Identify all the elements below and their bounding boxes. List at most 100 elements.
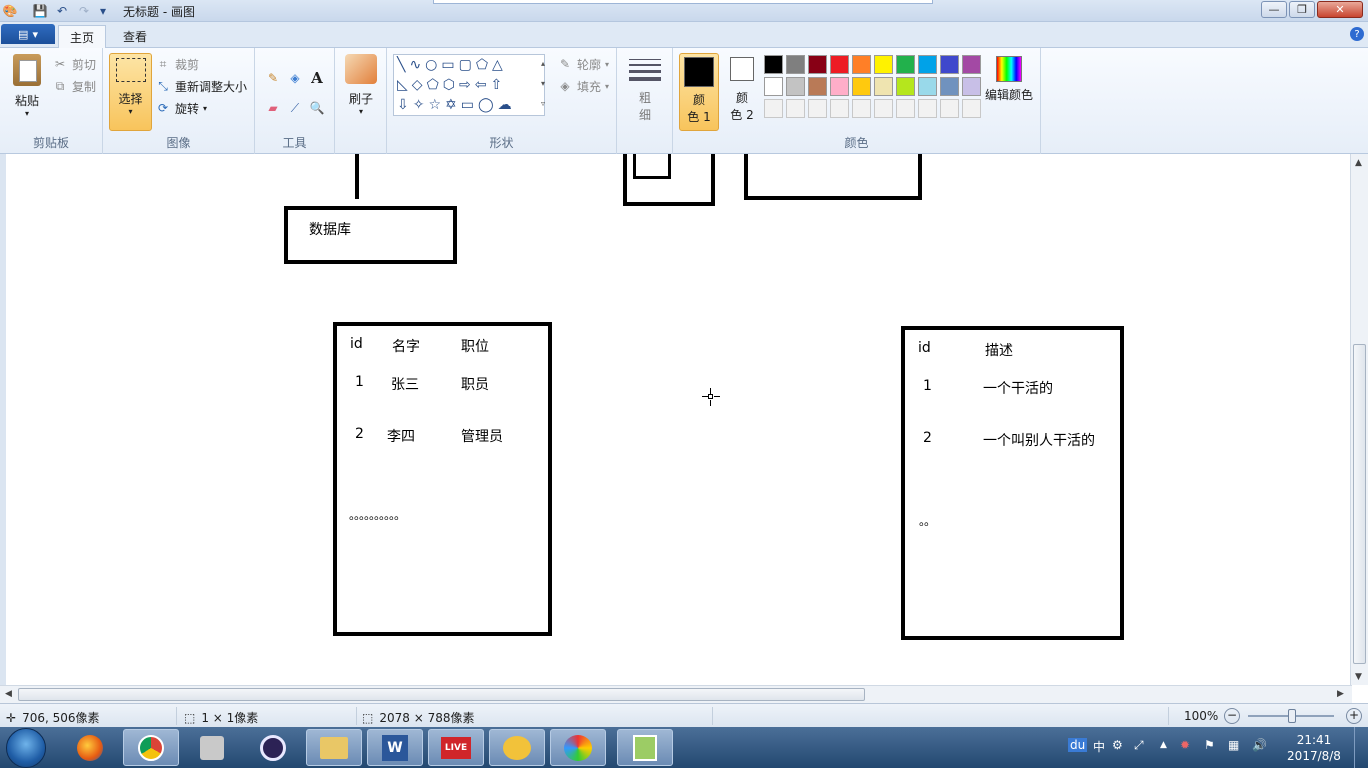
fill-bucket-icon[interactable]: ◈ — [285, 68, 305, 88]
palette-color-swatch[interactable] — [808, 77, 827, 96]
clock[interactable]: 21:41 2017/8/8 — [1284, 732, 1344, 764]
diamond-shape-icon[interactable]: ◇ — [412, 77, 427, 93]
custom-color-slot[interactable] — [852, 99, 871, 118]
color1-button[interactable]: 颜 色 1 — [679, 53, 719, 131]
callout-oval-shape-icon[interactable]: ◯ — [478, 97, 498, 113]
oval-shape-icon[interactable]: ○ — [425, 57, 441, 73]
magnifier-icon[interactable]: 🔍 — [307, 98, 327, 118]
undo-icon[interactable]: ↶ — [54, 3, 70, 19]
vertical-scroll-thumb[interactable] — [1353, 344, 1366, 664]
fill-button[interactable]: ◈ 填充 ▾ — [557, 76, 609, 96]
chrome-icon[interactable] — [123, 729, 179, 766]
zoom-slider-thumb[interactable] — [1288, 709, 1296, 723]
ime-popout-icon[interactable]: ⤢ — [1134, 738, 1144, 753]
curve-shape-icon[interactable]: ∿ — [409, 57, 425, 73]
palette-color-swatch[interactable] — [764, 55, 783, 74]
tab-view[interactable]: 查看 — [112, 25, 158, 48]
rotate-button[interactable]: ⟳ 旋转 ▾ — [155, 98, 207, 118]
line-shape-icon[interactable]: ╲ — [397, 57, 409, 73]
right-triangle-shape-icon[interactable]: ◺ — [397, 77, 412, 93]
horizontal-scroll-thumb[interactable] — [18, 688, 865, 701]
scroll-down-arrow-icon[interactable]: ▼ — [1355, 672, 1362, 682]
shapes-scroll[interactable]: ▴ ▾ ▿ — [537, 54, 549, 116]
cut-button[interactable]: ✂ 剪切 — [52, 54, 96, 74]
chat-app-icon[interactable] — [489, 729, 545, 766]
palette-color-swatch[interactable] — [830, 55, 849, 74]
palette-color-swatch[interactable] — [852, 77, 871, 96]
palette-color-swatch[interactable] — [962, 55, 981, 74]
brushes-button[interactable]: 刷子 ▾ — [343, 54, 379, 116]
custom-color-slot[interactable] — [808, 99, 827, 118]
rectangle-shape-icon[interactable]: ▭ — [441, 57, 458, 73]
polygon-shape-icon[interactable]: ⬠ — [476, 57, 492, 73]
palette-color-swatch[interactable] — [918, 77, 937, 96]
color2-button[interactable]: 颜 色 2 — [724, 57, 760, 123]
save-icon[interactable]: 💾 — [32, 3, 48, 19]
baidu-ime-icon[interactable]: du — [1068, 738, 1088, 752]
paste-button[interactable]: 粘贴 ▾ — [8, 54, 46, 118]
network-icon[interactable]: ▦ — [1228, 738, 1239, 752]
callout-cloud-shape-icon[interactable]: ☁ — [498, 97, 516, 113]
word-icon[interactable]: W — [367, 729, 423, 766]
editor-icon[interactable] — [617, 729, 673, 766]
five-point-star-shape-icon[interactable]: ☆ — [428, 97, 445, 113]
palette-color-swatch[interactable] — [896, 55, 915, 74]
custom-color-slot[interactable] — [918, 99, 937, 118]
help-icon[interactable]: ? — [1350, 27, 1364, 41]
ime-settings-icon[interactable]: ⚙ — [1112, 738, 1123, 752]
resize-button[interactable]: ⤡ 重新调整大小 — [155, 76, 247, 96]
palette-color-swatch[interactable] — [852, 55, 871, 74]
left-arrow-shape-icon[interactable]: ⇦ — [475, 77, 491, 93]
palette-color-swatch[interactable] — [786, 55, 805, 74]
minimize-button[interactable]: — — [1261, 1, 1287, 18]
customize-toolbar-icon[interactable]: ▾ — [96, 3, 110, 19]
down-arrow-shape-icon[interactable]: ⇩ — [397, 97, 413, 113]
vertical-scrollbar[interactable]: ▲ ▼ — [1350, 154, 1368, 685]
custom-color-slot[interactable] — [874, 99, 893, 118]
zoom-in-icon[interactable]: + — [1346, 708, 1362, 724]
custom-color-slot[interactable] — [896, 99, 915, 118]
security-icon[interactable]: ✹ — [1180, 738, 1190, 752]
select-button[interactable]: 选择 ▾ — [109, 53, 152, 131]
triangle-shape-icon[interactable]: △ — [492, 57, 507, 73]
palette-color-swatch[interactable] — [874, 77, 893, 96]
edit-colors-button[interactable]: 编辑颜色 — [983, 56, 1035, 103]
firefox-icon[interactable] — [62, 729, 118, 766]
palette-color-swatch[interactable] — [918, 55, 937, 74]
close-button[interactable]: ✕ — [1317, 1, 1363, 18]
scroll-up-arrow-icon[interactable]: ▲ — [1355, 158, 1362, 168]
palette-color-swatch[interactable] — [874, 55, 893, 74]
palette-color-swatch[interactable] — [764, 77, 783, 96]
palette-color-swatch[interactable] — [896, 77, 915, 96]
horizontal-scrollbar[interactable]: ◀ ▶ — [0, 685, 1352, 703]
callout-rect-shape-icon[interactable]: ▭ — [461, 97, 478, 113]
up-arrow-shape-icon[interactable]: ⇧ — [490, 77, 506, 93]
pencil-icon[interactable]: ✎ — [263, 68, 283, 88]
text-tool-icon[interactable]: A — [307, 68, 327, 88]
copy-button[interactable]: ⧉ 复制 — [52, 76, 96, 96]
action-center-icon[interactable]: ⚑ — [1204, 738, 1215, 752]
redo-icon[interactable]: ↷ — [76, 3, 92, 19]
palette-color-swatch[interactable] — [830, 77, 849, 96]
palette-color-swatch[interactable] — [962, 77, 981, 96]
palette-color-swatch[interactable] — [786, 77, 805, 96]
scroll-left-arrow-icon[interactable]: ◀ — [5, 689, 12, 699]
explorer-icon[interactable] — [306, 729, 362, 766]
maximize-button[interactable]: ❐ — [1289, 1, 1315, 18]
custom-color-slot[interactable] — [962, 99, 981, 118]
show-desktop-button[interactable] — [1354, 727, 1368, 768]
custom-color-slot[interactable] — [940, 99, 959, 118]
crop-button[interactable]: ⌗ 裁剪 — [155, 54, 199, 74]
eraser-icon[interactable]: ▰ — [263, 98, 283, 118]
volume-icon[interactable]: 🔊 — [1252, 738, 1267, 752]
paint-taskbar-icon[interactable] — [550, 729, 606, 766]
palette-color-swatch[interactable] — [940, 77, 959, 96]
right-arrow-shape-icon[interactable]: ⇨ — [459, 77, 475, 93]
size-button[interactable]: 粗 细 — [627, 56, 663, 123]
control-panel-icon[interactable] — [184, 729, 240, 766]
drawing-canvas[interactable]: 数据库 id 名字 职位 1 张三 职员 2 李四 管理员 。。。。。。。。。。… — [0, 154, 1352, 685]
show-hidden-icons[interactable]: ▲ — [1160, 740, 1167, 750]
tab-home[interactable]: 主页 — [58, 25, 106, 48]
shapes-gallery[interactable]: ╲∿○▭▢⬠△ ◺◇⬠⬡⇨⇦⇧ ⇩✧☆✡▭◯☁ — [393, 54, 545, 116]
custom-color-slot[interactable] — [786, 99, 805, 118]
